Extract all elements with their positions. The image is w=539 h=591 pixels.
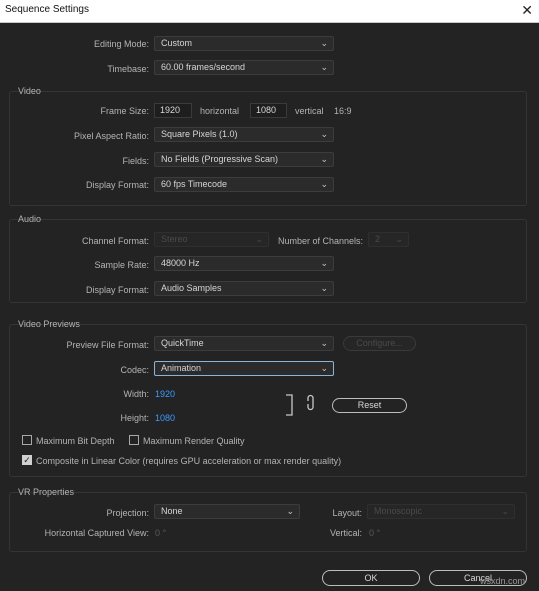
video-group-title: Video [18, 86, 41, 96]
audio-group-title: Audio [18, 214, 42, 224]
linear-color-label: Composite in Linear Color (requires GPU … [36, 456, 342, 466]
codec-value: Animation [161, 363, 202, 373]
channel-format-select: Stereo ⌄ [154, 232, 269, 247]
watermark-text: wsxdn.com [479, 576, 525, 586]
frame-width-input[interactable]: 1920 [154, 103, 192, 118]
chevron-down-icon: ⌄ [501, 506, 509, 516]
h-captured-view-value: 0 ° [155, 528, 167, 538]
chevron-down-icon: ⌄ [320, 179, 328, 189]
checkmark-icon: ✓ [23, 455, 31, 465]
max-bit-depth-checkbox[interactable] [22, 435, 32, 445]
codec-label: Codec: [120, 365, 149, 375]
vr-properties-group [9, 492, 527, 552]
pixel-aspect-value: Square Pixels (1.0) [161, 129, 238, 139]
channel-format-value: Stereo [161, 234, 188, 244]
editing-mode-label: Editing Mode: [93, 39, 149, 49]
linear-color-checkbox[interactable]: ✓ [22, 455, 32, 465]
chevron-down-icon: ⌄ [320, 154, 328, 164]
preview-height-value[interactable]: 1080 [155, 413, 175, 423]
window-title: Sequence Settings [5, 4, 89, 15]
chevron-down-icon: ⌄ [320, 62, 328, 72]
chevron-down-icon: ⌄ [320, 129, 328, 139]
fields-value: No Fields (Progressive Scan) [161, 154, 279, 164]
chevron-down-icon: ⌄ [286, 506, 294, 516]
preview-file-format-select[interactable]: QuickTime ⌄ [154, 336, 334, 351]
audio-display-format-value: Audio Samples [161, 283, 222, 293]
video-display-format-select[interactable]: 60 fps Timecode ⌄ [154, 177, 334, 192]
chevron-down-icon: ⌄ [320, 283, 328, 293]
reset-button[interactable]: Reset [332, 398, 407, 413]
max-render-quality-checkbox[interactable] [129, 435, 139, 445]
num-channels-label: Number of Channels: [278, 236, 364, 246]
timebase-label: Timebase: [107, 64, 149, 74]
editing-mode-value: Custom [161, 38, 193, 48]
chevron-down-icon: ⌄ [395, 234, 403, 244]
chevron-down-icon: ⌄ [255, 234, 263, 244]
codec-select[interactable]: Animation ⌄ [154, 361, 334, 376]
timebase-value: 60.00 frames/second [161, 62, 246, 72]
layout-label: Layout: [332, 508, 362, 518]
video-display-format-value: 60 fps Timecode [161, 179, 228, 189]
editing-mode-select[interactable]: Custom ⌄ [154, 36, 334, 51]
title-bar: Sequence Settings ✕ [0, 0, 539, 23]
aspect-ratio-text: 16:9 [334, 106, 352, 116]
projection-value: None [161, 506, 183, 516]
sample-rate-select[interactable]: 48000 Hz ⌄ [154, 256, 334, 271]
video-previews-group-title: Video Previews [18, 319, 80, 329]
sample-rate-label: Sample Rate: [94, 260, 149, 270]
vertical-view-label: Vertical: [329, 528, 362, 538]
width-label: Width: [123, 389, 149, 399]
sample-rate-value: 48000 Hz [161, 258, 200, 268]
frame-height-input[interactable]: 1080 [250, 103, 287, 118]
timebase-select[interactable]: 60.00 frames/second ⌄ [154, 60, 334, 75]
channel-format-label: Channel Format: [81, 236, 149, 246]
height-label: Height: [120, 413, 149, 423]
fields-select[interactable]: No Fields (Progressive Scan) ⌄ [154, 152, 334, 167]
projection-label: Projection: [106, 508, 149, 518]
preview-file-format-label: Preview File Format: [66, 340, 149, 350]
vertical-view-value: 0 ° [369, 528, 381, 538]
chevron-down-icon: ⌄ [320, 338, 328, 348]
configure-button: Configure... [343, 336, 416, 351]
num-channels-select: 2 ⌄ [368, 232, 409, 247]
preview-file-format-value: QuickTime [161, 338, 204, 348]
audio-display-format-label: Display Format: [85, 285, 149, 295]
max-render-quality-label: Maximum Render Quality [143, 436, 245, 446]
video-display-format-label: Display Format: [85, 180, 149, 190]
ok-button[interactable]: OK [322, 570, 420, 586]
max-bit-depth-label: Maximum Bit Depth [36, 436, 115, 446]
pixel-aspect-label: Pixel Aspect Ratio: [73, 131, 149, 141]
chevron-down-icon: ⌄ [320, 258, 328, 268]
vr-properties-group-title: VR Properties [18, 487, 75, 497]
horizontal-label: horizontal [200, 106, 240, 116]
fields-label: Fields: [122, 156, 149, 166]
h-captured-view-label: Horizontal Captured View: [44, 528, 149, 538]
projection-select[interactable]: None ⌄ [154, 504, 300, 519]
num-channels-value: 2 [375, 234, 381, 244]
pixel-aspect-select[interactable]: Square Pixels (1.0) ⌄ [154, 127, 334, 142]
frame-size-label: Frame Size: [100, 106, 149, 116]
layout-value: Monoscopic [374, 506, 423, 516]
chevron-down-icon: ⌄ [320, 38, 328, 48]
chevron-down-icon: ⌄ [320, 363, 328, 373]
link-dimensions-icon[interactable] [284, 394, 319, 418]
vertical-label: vertical [295, 106, 324, 116]
preview-width-value[interactable]: 1920 [155, 389, 175, 399]
close-icon[interactable]: ✕ [521, 1, 533, 19]
layout-select: Monoscopic ⌄ [367, 504, 515, 519]
audio-display-format-select[interactable]: Audio Samples ⌄ [154, 281, 334, 296]
